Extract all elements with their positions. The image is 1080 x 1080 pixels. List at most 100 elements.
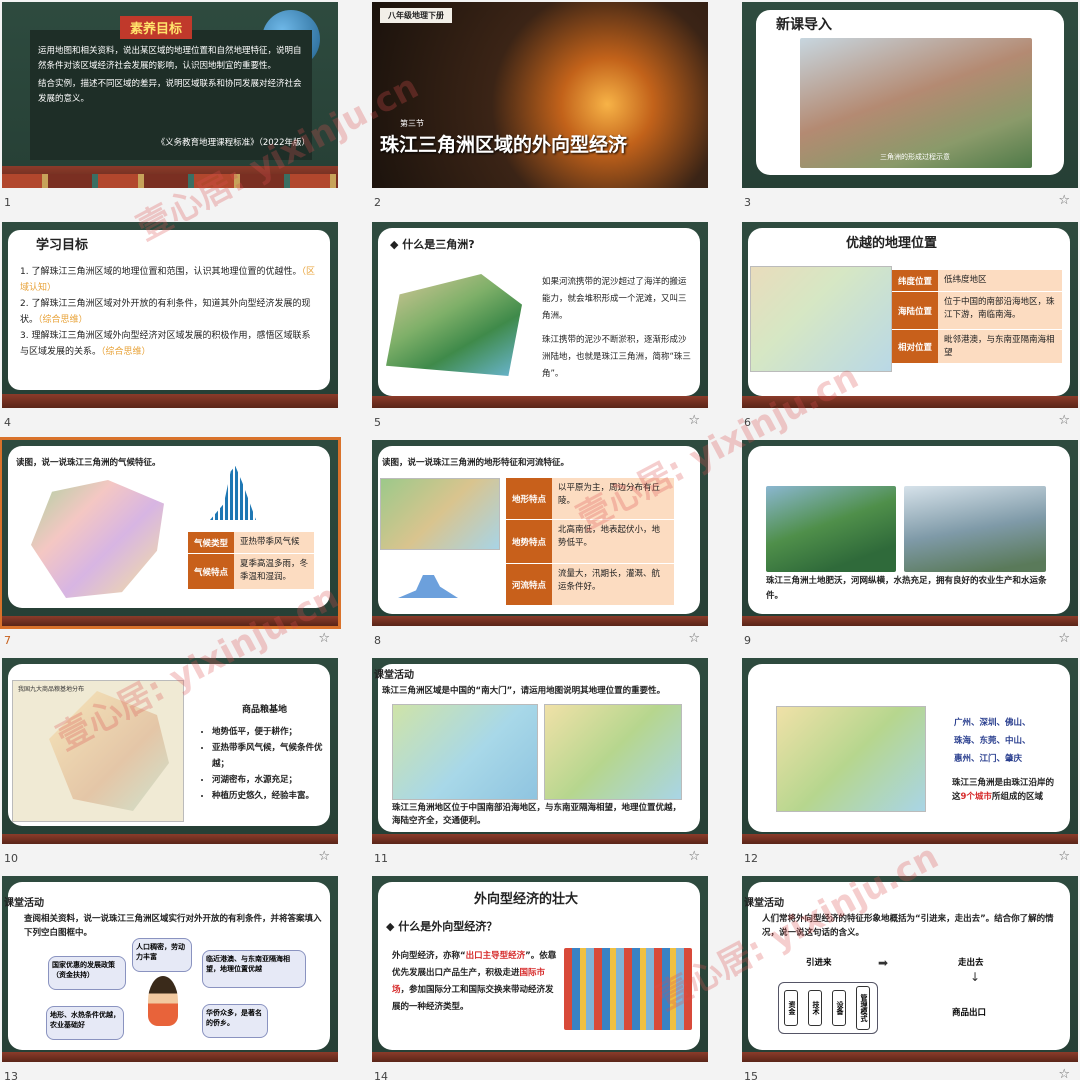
prompt-text: 读图，说一说珠江三角洲的气候特征。 [16,458,161,468]
table-row: 河流特点 流量大，汛期长，灌溉、航运条件好。 [506,564,674,606]
table-row: 相对位置 毗邻港澳，与东南亚隔南海相望 [892,330,1062,364]
slide-thumb-3[interactable]: 新课导入 三角洲的形成过程示意 3 ☆ [742,2,1078,220]
slide-number: 12 [744,852,758,865]
slide-15[interactable]: 课堂活动 人们常将外向型经济的特征形象地概括为“引进来，走出去”。结合你了解的情… [742,876,1078,1062]
slide-13[interactable]: 课堂活动 查阅相关资料，说一说珠江三角洲区域实行对外开放的有利条件，并将答案填入… [2,876,338,1062]
definition-text: 外向型经济，亦称“出口主导型经济”。依靠优先发展出口产品生产，积极走进国际市场，… [392,951,557,1012]
objective-item: 3. 理解珠江三角洲区域外向型经济对区域发展的积极作用，感悟区域联系与区域发展的… [20,331,311,357]
prompt-text: 查阅相关资料，说一说珠江三角洲区域实行对外开放的有利条件，并将答案填入下列空白图… [24,914,322,938]
table-row: 海陆位置 位于中国的南部沿海地区，珠江下游，南临南海。 [892,292,1062,330]
slide-12[interactable]: 广州、深圳、佛山、 珠海、东莞、中山、 惠州、江门、肇庆 珠江三角洲是由珠江沿岸… [742,658,1078,844]
slide-title: 外向型经济的壮大 [474,892,579,907]
star-icon[interactable]: ☆ [688,631,700,646]
slide-10[interactable]: 我国九大商品粮基地分布 商品粮基地 地势低平，便于耕作； 亚热带季风气候，气候条… [2,658,338,844]
slide-4[interactable]: 学习目标 1. 了解珠江三角洲区域的地理位置和范围，认识其地理位置的优越性。（区… [2,222,338,408]
section-heading: 商品粮基地 [242,705,288,715]
city-list: 广州、深圳、佛山、 珠海、东莞、中山、 惠州、江门、肇庆 [954,714,1031,768]
photo-caption: 三角洲的形成过程示意 [880,153,950,161]
student-illustration [148,976,178,1026]
goal-item: 结合实例，描述不同区域的差异，说明区域联系和协同发展对经济社会发展的意义。 [38,79,302,104]
slide-3[interactable]: 新课导入 三角洲的形成过程示意 [742,2,1078,188]
slide-number: 10 [4,852,18,865]
table-row: 地形特点 以平原为主，周边分布有丘陵。 [506,478,674,520]
slide-9[interactable]: 珠江三角洲土地肥沃，河网纵横，水热充足，拥有良好的农业生产和水运条件。 [742,440,1078,626]
slide-number: 8 [374,634,381,647]
container-port-photo [564,948,692,1030]
slide-tag: 课堂活动 [374,670,414,681]
slide-5[interactable]: ◆ 什么是三角洲? 如果河流携带的泥沙超过了海洋的搬运能力，就会堆积形成一个泥滩… [372,222,708,408]
slide-thumb-12[interactable]: 广州、深圳、佛山、 珠海、东莞、中山、 惠州、江门、肇庆 珠江三角洲是由珠江沿岸… [742,658,1078,876]
book-shelf [372,396,708,408]
slide-number: 11 [374,852,388,865]
export-label: 商品出口 [952,1008,987,1018]
item-box: 资金 [784,990,798,1026]
star-icon[interactable]: ☆ [1058,1067,1070,1080]
slide-thumb-10[interactable]: 我国九大商品粮基地分布 商品粮基地 地势低平，便于耕作； 亚热带季风气候，气候条… [2,658,338,876]
slide-number: 4 [4,416,11,429]
slide-thumb-11[interactable]: 课堂活动 珠江三角洲区域是中国的“南大门”，请运用地图说明其地理位置的重要性。 … [372,658,708,876]
star-icon[interactable]: ☆ [1058,193,1070,208]
list-item: 珠海、东莞、中山、 [954,736,1031,746]
star-icon[interactable]: ☆ [1058,413,1070,428]
slide-thumb-14[interactable]: 外向型经济的壮大 ◆ 什么是外向型经济？ 外向型经济，亦称“出口主导型经济”。依… [372,876,708,1080]
source-line: 《义务教育地理课程标准》（2022年版） [156,138,310,148]
slide-thumb-9[interactable]: 珠江三角洲土地肥沃，河网纵横，水热充足，拥有良好的农业生产和水运条件。 9 ☆ [742,440,1078,658]
slide-2[interactable]: 八年级地理下册 第三节 珠江三角洲区域的外向型经济 [372,2,708,188]
slide-14[interactable]: 外向型经济的壮大 ◆ 什么是外向型经济？ 外向型经济，亦称“出口主导型经济”。依… [372,876,708,1062]
slide-number: 9 [744,634,751,647]
slide-thumb-7[interactable]: 读图，说一说珠江三角洲的气候特征。 气候类型 亚热带季风气候 气候特点 夏季高温多雨… [0,437,341,658]
table-row: 地势特点 北高南低，地表起伏小，地势低平。 [506,520,674,564]
slide-thumb-1[interactable]: 素养目标 运用地图和相关资料，说出某区域的地理位置和自然地理特征，说明自然条件对… [2,2,338,220]
arrow-down-icon: ↓ [970,970,981,984]
farmland-photo [766,486,896,572]
list-item: 河湖密布，水源充足； [212,772,330,788]
slide-thumb-8[interactable]: 读图，说一说珠江三角洲的地形特征和河流特征。 地形特点 以平原为主，周边分布有丘陵… [372,440,708,658]
list-item: 广州、深圳、佛山、 [954,718,1031,728]
slide-number: 1 [4,196,11,209]
delta-photo [800,38,1032,168]
book-shelf [2,1052,338,1062]
slide-thumb-4[interactable]: 学习目标 1. 了解珠江三角洲区域的地理位置和范围，认识其地理位置的优越性。（区… [2,222,338,440]
summary-text: 珠江三角洲地区位于中国南部沿海地区，与东南亚隔海相望，地理位置优越，海陆空齐全，… [392,803,682,826]
slide-thumb-6[interactable]: 优越的地理位置 纬度位置 低纬度地区 海陆位置 位于中国的南部沿海地区，珠江下游，南… [742,222,1078,440]
star-icon[interactable]: ☆ [318,631,330,646]
item-box: 技术 [808,990,822,1026]
star-icon[interactable]: ☆ [688,413,700,428]
lesson-title: 珠江三角洲区域的外向型经济 [380,134,628,156]
slide-tag: 课堂活动 [744,898,784,909]
pearl-delta-text: 珠江携带的泥沙不断淤积，逐渐形成沙洲陆地，也就是珠江三角洲，简称“珠三角”。 [542,335,691,379]
objective-item: 1. 了解珠江三角洲区域的地理位置和范围，认识其地理位置的优越性。（区域认知） [20,267,315,293]
slide-number: 15 [744,1070,758,1080]
slide-number: 2 [374,196,381,209]
slide-8[interactable]: 读图，说一说珠江三角洲的地形特征和河流特征。 地形特点 以平原为主，周边分布有丘陵… [372,440,708,626]
bring-in-label: 引进来 [806,958,832,968]
list-item: 惠州、江门、肇庆 [954,754,1023,764]
answer-bubble: 地形、水热条件优越，农业基础好 [46,1006,124,1040]
slide-thumb-15[interactable]: 课堂活动 人们常将外向型经济的特征形象地概括为“引进来，走出去”。结合你了解的情… [742,876,1078,1080]
arrow-right-icon: ➡ [878,956,889,970]
slide-thumb-13[interactable]: 课堂活动 查阅相关资料，说一说珠江三角洲区域实行对外开放的有利条件，并将答案填入… [2,876,338,1080]
slide-sorter-grid: 素养目标 运用地图和相关资料，说出某区域的地理位置和自然地理特征，说明自然条件对… [0,0,1080,1080]
list-item: 种植历史悠久，经验丰富。 [212,788,330,804]
table-row: 气候特点 夏季高温多雨，冬季温和湿润。 [188,554,314,590]
section-label: 第三节 [400,119,424,128]
slide-6[interactable]: 优越的地理位置 纬度位置 低纬度地区 海陆位置 位于中国的南部沿海地区，珠江下游，南… [742,222,1078,408]
slide-1[interactable]: 素养目标 运用地图和相关资料，说出某区域的地理位置和自然地理特征，说明自然条件对… [2,2,338,188]
slide-7[interactable]: 读图，说一说珠江三角洲的气候特征。 气候类型 亚热带季风气候 气候特点 夏季高温多雨… [0,437,341,629]
star-icon[interactable]: ☆ [318,849,330,864]
slide-11[interactable]: 课堂活动 珠江三角洲区域是中国的“南大门”，请运用地图说明其地理位置的重要性。 … [372,658,708,844]
slide-thumb-2[interactable]: 八年级地理下册 第三节 珠江三角洲区域的外向型经济 2 [372,2,708,220]
bridge-photo [904,486,1046,572]
star-icon[interactable]: ☆ [688,849,700,864]
goal-list: 运用地图和相关资料，说出某区域的地理位置和自然地理特征，说明自然条件对该区域经济… [38,44,306,107]
answer-bubble: 国家优惠的发展政策（资金扶持） [48,956,126,990]
table-row: 纬度位置 低纬度地区 [892,270,1062,292]
slide-number: 13 [4,1070,18,1080]
prompt-text: 读图，说一说珠江三角洲的地形特征和河流特征。 [382,458,570,468]
slide-thumb-5[interactable]: ◆ 什么是三角洲? 如果河流携带的泥沙超过了海洋的搬运能力，就会堆积形成一个泥滩… [372,222,708,440]
star-icon[interactable]: ☆ [1058,631,1070,646]
star-icon[interactable]: ☆ [1058,849,1070,864]
answer-bubble: 临近港澳、与东南亚隔海相望，地理位置优越 [202,950,306,988]
slide-number: 3 [744,196,751,209]
climate-table: 气候类型 亚热带季风气候 气候特点 夏季高温多雨，冬季温和湿润。 [188,532,314,590]
